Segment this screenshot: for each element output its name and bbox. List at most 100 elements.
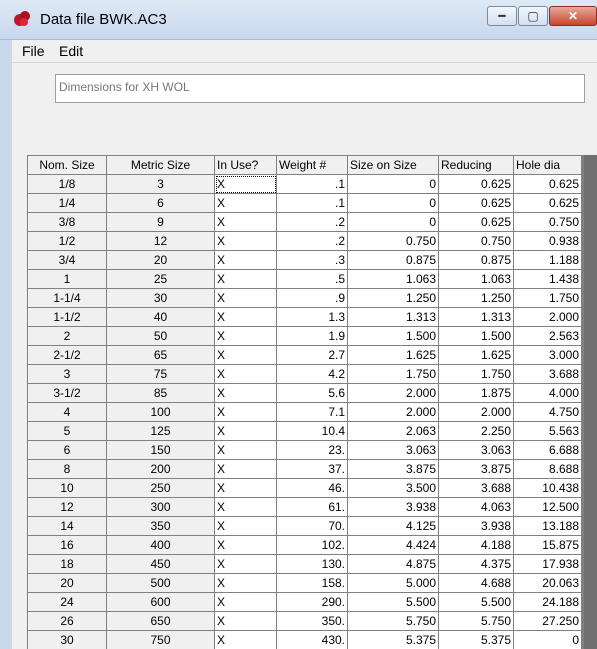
table-cell[interactable]: 24 [27, 592, 107, 612]
table-cell[interactable]: 75 [106, 364, 215, 384]
table-cell[interactable]: 3/8 [27, 212, 107, 232]
table-cell[interactable]: 250 [106, 478, 215, 498]
table-cell[interactable]: X [214, 554, 277, 574]
table-cell[interactable]: 30 [27, 630, 107, 649]
table-row[interactable]: 20 500 X 158. 5.000 4.688 20.063 [27, 573, 582, 593]
table-cell[interactable]: X [214, 193, 277, 213]
table-cell[interactable]: 1.750 [347, 364, 439, 384]
table-cell[interactable]: 650 [106, 611, 215, 631]
table-cell[interactable]: 5.6 [276, 383, 348, 403]
table-cell[interactable]: 10.438 [513, 478, 582, 498]
table-cell[interactable]: X [214, 212, 277, 232]
table-cell[interactable]: 1/4 [27, 193, 107, 213]
table-cell[interactable]: 0.750 [347, 231, 439, 251]
table-cell[interactable]: X [214, 307, 277, 327]
table-cell[interactable]: 102. [276, 535, 348, 555]
table-cell[interactable]: 1.9 [276, 326, 348, 346]
minimize-button[interactable]: ━ [487, 6, 517, 26]
column-header[interactable]: Size on Size [347, 155, 439, 175]
table-cell[interactable]: 15.875 [513, 535, 582, 555]
table-cell[interactable]: 20.063 [513, 573, 582, 593]
table-cell[interactable]: X [214, 497, 277, 517]
table-cell[interactable]: 20 [27, 573, 107, 593]
table-cell[interactable]: 0.938 [513, 231, 582, 251]
table-cell[interactable]: 0.750 [438, 231, 514, 251]
table-cell[interactable]: 1.313 [347, 307, 439, 327]
table-cell[interactable]: X [214, 174, 277, 194]
data-grid[interactable]: Nom. Size Metric Size In Use? Weight # Size … [27, 155, 584, 649]
table-cell[interactable]: 1.500 [347, 326, 439, 346]
table-cell[interactable]: X [214, 611, 277, 631]
table-row[interactable]: 6 150 X 23. 3.063 3.063 6.688 [27, 440, 582, 460]
table-row[interactable]: 1/8 3 X .1 0 0.625 0.625 [27, 174, 582, 194]
table-row[interactable]: 5 125 X 10.4 2.063 2.250 5.563 [27, 421, 582, 441]
table-cell[interactable]: X [214, 440, 277, 460]
table-cell[interactable]: 30 [106, 288, 215, 308]
table-cell[interactable]: X [214, 288, 277, 308]
table-cell[interactable]: 26 [27, 611, 107, 631]
table-cell[interactable]: 12.500 [513, 497, 582, 517]
table-cell[interactable]: 2.7 [276, 345, 348, 365]
table-cell[interactable]: 1.625 [347, 345, 439, 365]
table-cell[interactable]: .2 [276, 212, 348, 232]
table-cell[interactable]: 85 [106, 383, 215, 403]
table-row[interactable]: 1-1/4 30 X .9 1.250 1.250 1.750 [27, 288, 582, 308]
table-cell[interactable]: 430. [276, 630, 348, 649]
table-cell[interactable]: 200 [106, 459, 215, 479]
table-cell[interactable]: 2 [27, 326, 107, 346]
table-cell[interactable]: .9 [276, 288, 348, 308]
table-cell[interactable]: 20 [106, 250, 215, 270]
table-cell[interactable]: X [214, 345, 277, 365]
table-cell[interactable]: 2.250 [438, 421, 514, 441]
table-cell[interactable]: 3 [106, 174, 215, 194]
table-cell[interactable]: 61. [276, 497, 348, 517]
table-cell[interactable]: 1.438 [513, 269, 582, 289]
table-cell[interactable]: 5.500 [347, 592, 439, 612]
table-cell[interactable]: 5.375 [438, 630, 514, 649]
table-cell[interactable]: 4.750 [513, 402, 582, 422]
table-cell[interactable]: 1.875 [438, 383, 514, 403]
maximize-button[interactable]: ▢ [518, 6, 548, 26]
column-header[interactable]: Metric Size [106, 155, 215, 175]
table-cell[interactable]: 4.375 [438, 554, 514, 574]
column-header[interactable]: Hole dia [513, 155, 582, 175]
table-cell[interactable]: 2.000 [438, 402, 514, 422]
table-cell[interactable]: 4.188 [438, 535, 514, 555]
table-cell[interactable]: 0 [513, 630, 582, 649]
table-cell[interactable]: 25 [106, 269, 215, 289]
table-cell[interactable]: 1.500 [438, 326, 514, 346]
table-cell[interactable]: 100 [106, 402, 215, 422]
table-cell[interactable]: 3-1/2 [27, 383, 107, 403]
table-cell[interactable]: 3.688 [438, 478, 514, 498]
table-cell[interactable]: 9 [106, 212, 215, 232]
table-cell[interactable]: 0.750 [513, 212, 582, 232]
table-cell[interactable]: 0.875 [347, 250, 439, 270]
table-cell[interactable]: 8 [27, 459, 107, 479]
table-row[interactable]: 18 450 X 130. 4.875 4.375 17.938 [27, 554, 582, 574]
table-row[interactable]: 3-1/2 85 X 5.6 2.000 1.875 4.000 [27, 383, 582, 403]
table-row[interactable]: 1/4 6 X .1 0 0.625 0.625 [27, 193, 582, 213]
table-row[interactable]: 1-1/2 40 X 1.3 1.313 1.313 2.000 [27, 307, 582, 327]
table-cell[interactable]: X [214, 269, 277, 289]
table-cell[interactable]: 300 [106, 497, 215, 517]
table-cell[interactable]: 1.625 [438, 345, 514, 365]
table-row[interactable]: 3/4 20 X .3 0.875 0.875 1.188 [27, 250, 582, 270]
table-cell[interactable]: 37. [276, 459, 348, 479]
table-cell[interactable]: 27.250 [513, 611, 582, 631]
table-cell[interactable]: 3 [27, 364, 107, 384]
table-row[interactable]: 30 750 X 430. 5.375 5.375 0 [27, 630, 582, 649]
app-red-icon[interactable] [12, 9, 32, 29]
table-cell[interactable]: 1.063 [438, 269, 514, 289]
table-cell[interactable]: X [214, 630, 277, 649]
column-header[interactable]: Weight # [276, 155, 348, 175]
table-cell[interactable]: X [214, 326, 277, 346]
column-header[interactable]: Nom. Size [27, 155, 107, 175]
table-cell[interactable]: X [214, 478, 277, 498]
table-cell[interactable]: 5.500 [438, 592, 514, 612]
table-cell[interactable]: 1.750 [513, 288, 582, 308]
table-cell[interactable]: 350 [106, 516, 215, 536]
table-cell[interactable]: 46. [276, 478, 348, 498]
table-cell[interactable]: 6 [27, 440, 107, 460]
table-cell[interactable]: .1 [276, 193, 348, 213]
column-header[interactable]: Reducing [438, 155, 514, 175]
